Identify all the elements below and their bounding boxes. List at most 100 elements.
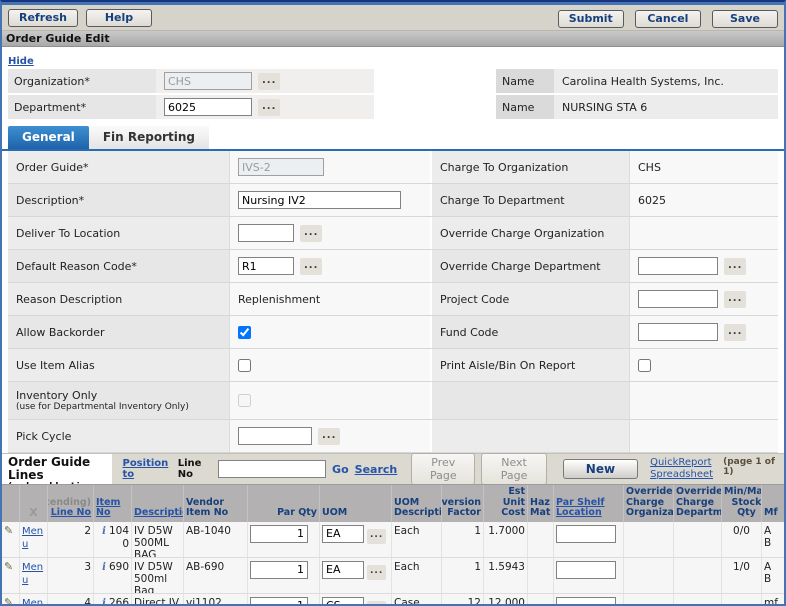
col-haz-mat: Haz Mat [528,485,554,522]
cell-haz-mat [528,594,554,605]
tab-fin-reporting[interactable]: Fin Reporting [89,126,209,149]
search-link[interactable]: Search [355,463,398,476]
override-charge-dept-input[interactable] [638,257,718,275]
col-conversion-factor: Conversion Factor [442,485,484,522]
help-button[interactable]: Help [86,9,152,27]
col-par-shelf-link[interactable]: Par Shelf Location [556,498,621,519]
cell-vendor-item-no: AB-690 [184,558,248,593]
organization-name-value: Carolina Health Systems, Inc. [554,69,778,93]
position-to-input[interactable] [218,460,326,478]
fund-code-lookup-button[interactable]: ... [724,324,746,341]
col-description-link[interactable]: Description [134,508,184,519]
col-line-no-link[interactable]: Line No [51,508,91,519]
use-item-alias-checkbox[interactable] [238,359,251,372]
organization-lookup-button[interactable]: ... [258,73,280,90]
uom-lookup-button[interactable]: ... [367,601,386,604]
inventory-only-label-note: (use for Departmental Inventory Only) [16,402,229,412]
cell-vendor-item-no: vi1102 [184,594,248,605]
spreadsheet-link[interactable]: Spreadsheet [650,469,713,481]
print-aisle-checkbox[interactable] [638,359,651,372]
inventory-only-label: Inventory Only (use for Departmental Inv… [8,382,230,419]
organization-label: Organization* [8,69,156,93]
next-page-button[interactable]: Next Page [481,453,546,485]
col-par-qty: Par Qty [248,485,320,522]
department-label: Department* [8,95,156,119]
department-row: Department* ... Name NURSING STA 6 [8,95,778,119]
description-label: Description* [8,184,230,216]
form-row-order-guide: Order Guide* Charge To Organization CHS [8,151,778,184]
order-guide-label: Order Guide* [8,151,230,183]
col-item-no-link[interactable]: Item No [96,498,129,519]
table-row: ✎ Menu 3 i690 IV D5W 500ml Bag AB-690 ..… [2,558,784,594]
submit-button[interactable]: Submit [558,10,624,28]
edit-pencil-icon[interactable]: ✎ [4,560,13,573]
charge-to-dept-label: Charge To Department [432,184,630,216]
delete-all-icon[interactable]: X [29,508,37,519]
department-lookup-button[interactable]: ... [258,99,280,116]
uom-input[interactable] [322,561,364,579]
save-button[interactable]: Save [712,10,778,28]
description-input[interactable] [238,191,401,209]
col-edit [2,485,20,522]
col-mf: Mf [762,485,780,522]
edit-pencil-icon[interactable]: ✎ [4,524,13,537]
uom-input[interactable] [322,597,364,605]
uom-lookup-button[interactable]: ... [367,529,386,544]
info-icon[interactable]: i [102,562,106,573]
use-item-alias-value-cell [230,349,432,381]
col-uom-description: UOM Description [392,485,442,522]
allow-backorder-label: Allow Backorder [8,316,230,348]
inventory-only-value-cell [230,382,432,419]
cell-override-charge-org [624,522,674,557]
empty-row1-label [432,382,630,419]
refresh-button[interactable]: Refresh [8,9,78,27]
deliver-to-lookup-button[interactable]: ... [300,225,322,242]
go-link[interactable]: Go [332,463,349,476]
row-menu-link[interactable]: Menu [22,526,43,550]
cell-mfr: mf [762,594,780,605]
row-menu-link[interactable]: Menu [22,562,43,586]
override-charge-dept-lookup-button[interactable]: ... [724,258,746,275]
par-shelf-input[interactable] [556,525,616,543]
prev-page-button[interactable]: Prev Page [411,453,475,485]
table-row: ✎ Menu 2 i1040 IV D5W 500ML BAG AB-1040 … [2,522,784,558]
edit-pencil-icon[interactable]: ✎ [4,596,13,605]
row-menu-link[interactable]: Menu [22,598,43,605]
pick-cycle-lookup-button[interactable]: ... [318,428,340,445]
project-code-input[interactable] [638,290,718,308]
order-guide-lines-title-block: Order Guide Lines (ordered by Line No) [2,454,112,484]
fund-code-input[interactable] [638,323,718,341]
cancel-button[interactable]: Cancel [635,10,701,28]
uom-lookup-button[interactable]: ... [367,565,386,580]
par-qty-input[interactable] [250,525,308,543]
organization-input-cell: ... [156,69,374,93]
par-qty-input[interactable] [250,561,308,579]
allow-backorder-checkbox[interactable] [238,326,251,339]
default-reason-lookup-button[interactable]: ... [300,258,322,275]
department-input-cell: ... [156,95,374,119]
tab-strip: General Fin Reporting [2,121,784,149]
pick-cycle-input[interactable] [238,427,312,445]
page-title: Order Guide Edit [2,31,784,47]
department-input[interactable] [164,98,252,116]
new-button[interactable]: New [563,459,638,479]
tab-general[interactable]: General [8,126,89,149]
project-code-lookup-button[interactable]: ... [724,291,746,308]
cell-edit: ✎ [2,558,20,593]
charge-to-org-label: Charge To Organization [432,151,630,183]
par-shelf-input[interactable] [556,597,616,605]
position-to-link[interactable]: Position to [122,458,171,480]
info-icon[interactable]: i [102,526,106,537]
deliver-to-input[interactable] [238,224,294,242]
uom-input[interactable] [322,525,364,543]
quickreport-link[interactable]: QuickReport [650,457,713,469]
cell-override-charge-org [624,558,674,593]
info-icon[interactable]: i [102,598,106,605]
par-qty-input[interactable] [250,597,308,605]
hide-link[interactable]: Hide [8,56,34,67]
organization-name-label: Name [496,69,554,93]
par-shelf-input[interactable] [556,561,616,579]
default-reason-input[interactable] [238,257,294,275]
cell-uom: ... [320,558,392,593]
form-row-description: Description* Charge To Department 6025 [8,184,778,217]
